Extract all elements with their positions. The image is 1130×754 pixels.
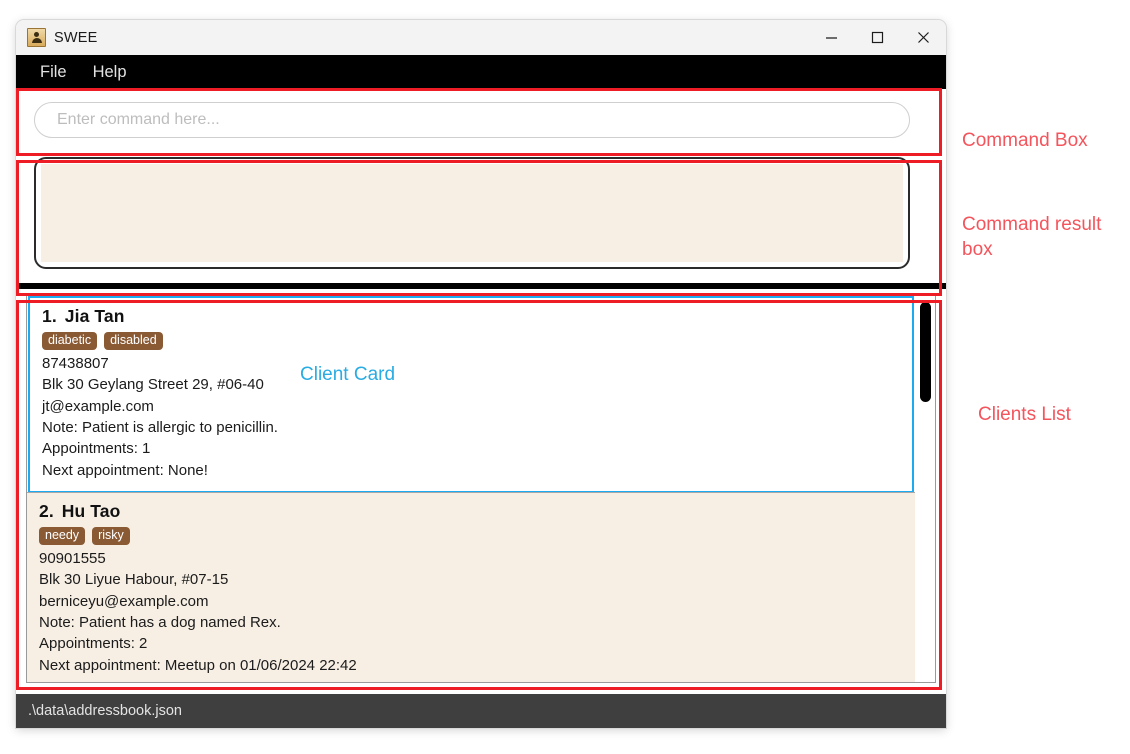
client-phone: 90901555 — [39, 550, 106, 568]
clients-list-scrollbar[interactable] — [917, 298, 933, 680]
client-note: Note: Patient has a dog named Rex. — [39, 613, 281, 631]
client-address: Blk 30 Geylang Street 29, #06-40 — [42, 376, 264, 394]
client-next-appointment: Next appointment: None! — [42, 461, 208, 479]
command-box-region — [16, 89, 946, 149]
title-bar-left: SWEE — [16, 28, 98, 47]
window-controls — [808, 20, 946, 55]
scrollbar-thumb[interactable] — [920, 302, 931, 402]
annotation-label-command-result-box: Command result box — [962, 214, 1102, 261]
maximize-button[interactable] — [854, 20, 900, 55]
client-tag-row: diabetic disabled — [42, 332, 900, 351]
annotation-label-command-box: Command Box — [962, 130, 1088, 151]
client-name: Jia Tan — [64, 306, 125, 326]
clients-list-frame: 1. Jia Tan diabetic disabled 87438807 Blk… — [26, 295, 936, 683]
client-next-appointment: Next appointment: Meetup on 01/06/2024 2… — [39, 656, 357, 674]
client-email: jt@example.com — [42, 397, 154, 415]
client-tag: disabled — [104, 332, 163, 351]
close-button[interactable] — [900, 20, 946, 55]
title-bar: SWEE — [16, 20, 946, 55]
minimize-button[interactable] — [808, 20, 854, 55]
client-appointments: Appointments: 1 — [42, 440, 151, 458]
client-card[interactable]: 2. Hu Tao needy risky 90901555 Blk 30 Liy… — [27, 491, 915, 682]
client-tag-row: needy risky — [39, 526, 903, 546]
window-body: 1. Jia Tan diabetic disabled 87438807 Blk… — [16, 89, 946, 728]
menu-bar: File Help — [16, 55, 946, 89]
client-note: Note: Patient is allergic to penicillin. — [42, 419, 278, 437]
command-input[interactable] — [34, 102, 910, 138]
client-card[interactable]: 1. Jia Tan diabetic disabled 87438807 Blk… — [28, 296, 914, 493]
client-email: berniceyu@example.com — [39, 592, 209, 610]
client-tag: diabetic — [42, 332, 98, 351]
client-index: 1. — [42, 306, 57, 326]
clients-list-region: 1. Jia Tan diabetic disabled 87438807 Blk… — [16, 289, 946, 689]
menu-item-help[interactable]: Help — [93, 64, 127, 81]
application-window: SWEE File Help Enter command here... 1. … — [16, 20, 946, 728]
command-result-box — [34, 157, 910, 269]
status-file-path: .\data\addressbook.json — [28, 703, 182, 719]
client-name: Hu Tao — [61, 500, 121, 521]
person-icon — [27, 28, 46, 47]
client-address: Blk 30 Liyue Habour, #07-15 — [39, 571, 229, 589]
command-result-region — [16, 149, 946, 283]
status-bar: .\data\addressbook.json — [16, 694, 946, 728]
command-result-text — [41, 164, 903, 262]
clients-list-scroll-area[interactable]: 1. Jia Tan diabetic disabled 87438807 Blk… — [27, 296, 915, 682]
menu-item-file[interactable]: File — [40, 64, 67, 81]
annotation-label-clients-list: Clients List — [978, 404, 1071, 425]
client-phone: 87438807 — [42, 355, 109, 373]
client-appointments: Appointments: 2 — [39, 635, 148, 653]
client-card-title: 2. Hu Tao — [39, 501, 903, 522]
client-tag: risky — [92, 526, 130, 546]
annotation-label-client-card: Client Card — [300, 364, 396, 385]
client-card-title: 1. Jia Tan — [42, 306, 900, 327]
client-index: 2. — [39, 500, 54, 521]
window-title: SWEE — [54, 29, 98, 46]
client-tag: needy — [39, 526, 86, 546]
